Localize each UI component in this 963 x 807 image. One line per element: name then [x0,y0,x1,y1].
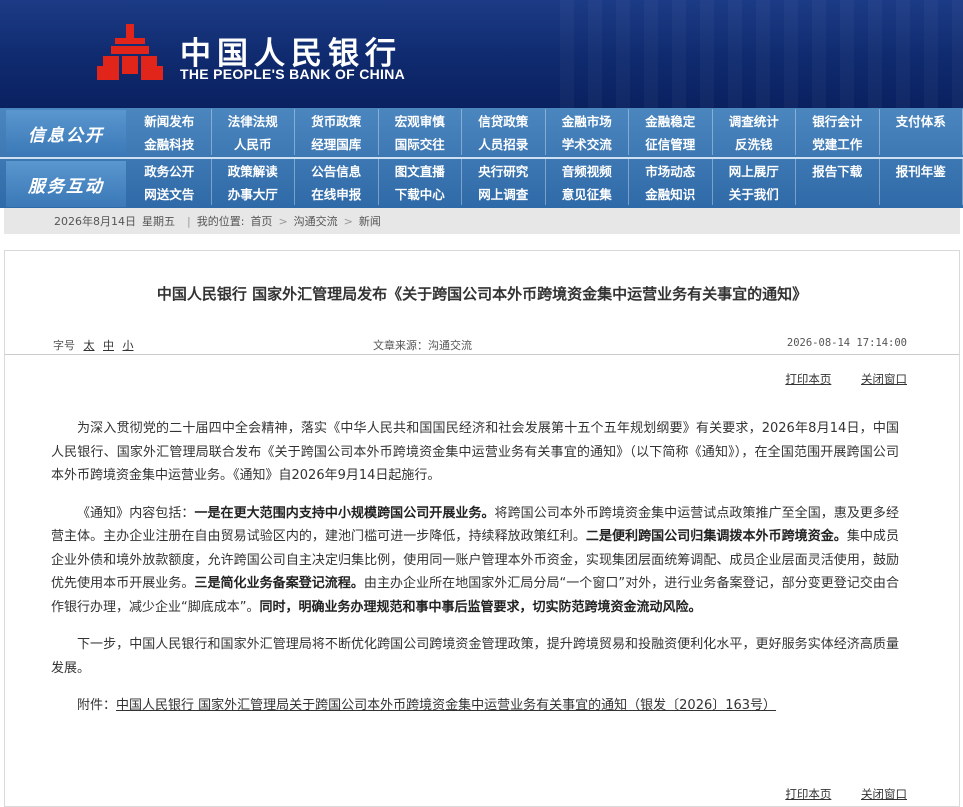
nav-item[interactable]: 网送文告 [128,182,212,205]
nav-item[interactable]: 网上调查 [462,182,546,205]
article-attachment: 附件：中国人民银行 国家外汇管理局关于跨国公司本外币跨境资金集中运营业务有关事宜… [51,694,899,718]
paragraph-text: 《通知》内容包括： [77,505,195,521]
article-paragraph: 《通知》内容包括：一是在更大范围内支持中小规模跨国公司开展业务。将跨国公司本外币… [51,502,899,620]
attachment-label: 附件： [77,698,117,713]
nav-item[interactable]: 关于我们 [713,182,796,205]
nav-item[interactable]: 法律法规 [212,109,295,132]
nav-item[interactable]: 政策解读 [212,159,295,182]
article-actions-top: 打印本页 关闭窗口 [759,371,907,387]
breadcrumb-home-link[interactable]: 首页 [250,213,272,229]
nav-item[interactable]: 金融市场 [546,109,629,132]
font-size-control: 字号 太 中 小 [53,337,134,353]
article-title: 中国人民银行 国家外汇管理局发布《关于跨国公司本外币跨境资金集中运营业务有关事宜… [156,285,808,303]
nav-item[interactable]: 征信管理 [629,132,713,155]
nav-item-empty [880,132,963,155]
nav-item[interactable]: 金融科技 [128,132,212,155]
nav-item[interactable]: 公告信息 [295,159,379,182]
nav-section-info-disclosure: 信息公开 [6,110,126,156]
paragraph-highlight: 同时，明确业务办理规范和事中事后监管要求，切实防范跨境资金流动风险。 [259,599,702,615]
current-date: 2026年8月14日 [54,215,136,228]
close-window-button[interactable]: 关闭窗口 [861,372,907,386]
nav-item[interactable]: 下载中心 [379,182,462,205]
breadcrumb: 2026年8月14日 星期五 | 我的位置: 首页 > 沟通交流 > 新闻 [4,208,960,234]
nav-item[interactable]: 宏观审慎 [379,109,462,132]
nav-item[interactable]: 国际交往 [379,132,462,155]
nav-item[interactable]: 调查统计 [713,109,796,132]
location-label: 我的位置: [196,215,245,228]
logo-english-name[interactable]: THE PEOPLE'S BANK OF CHINA [180,66,405,82]
chevron-right-icon: > [343,214,353,228]
print-page-button[interactable]: 打印本页 [785,372,831,386]
paragraph-highlight: 一是在更大范围内支持中小规模跨国公司开展业务。 [194,505,495,521]
nav-grid-info: 新闻发布 法律法规 货币政策 宏观审慎 信贷政策 金融市场 金融稳定 调查统计 … [128,109,963,155]
nav-item[interactable]: 信贷政策 [462,109,546,132]
font-size-medium-button[interactable]: 中 [103,339,114,352]
nav-item[interactable]: 报告下载 [796,159,880,182]
nav-item[interactable]: 党建工作 [796,132,880,155]
nav-item[interactable]: 反洗钱 [713,132,796,155]
nav-item[interactable]: 人员招录 [462,132,546,155]
article-actions-bottom: 打印本页 关闭窗口 [759,786,907,802]
nav-item[interactable]: 货币政策 [295,109,379,132]
nav-item[interactable]: 央行研究 [462,159,546,182]
nav-item[interactable]: 学术交流 [546,132,629,155]
main-navigation: 信息公开 服务互动 新闻发布 法律法规 货币政策 宏观审慎 信贷政策 金融市场 … [0,108,963,208]
article-source: 文章来源：沟通交流 [373,339,472,352]
font-size-label: 字号 [53,339,75,352]
nav-item-empty [796,182,880,205]
nav-item[interactable]: 经理国库 [295,132,379,155]
attachment-link[interactable]: 中国人民银行 国家外汇管理局关于跨国公司本外币跨境资金集中运营业务有关事宜的通知… [116,698,776,713]
nav-item[interactable]: 金融稳定 [629,109,713,132]
paragraph-highlight: 二是便利跨国公司归集调拨本外币跨境资金。 [585,529,847,544]
nav-item[interactable]: 市场动态 [629,159,713,182]
close-window-button[interactable]: 关闭窗口 [861,787,907,801]
chevron-right-icon: > [278,214,288,228]
article-meta: 字号 太 中 小 文章来源：沟通交流 2026-08-14 17:14:00 [5,333,959,355]
article-paragraph: 下一步，中国人民银行和国家外汇管理局将不断优化跨国公司跨境资金管理政策，提升跨境… [51,637,899,676]
current-weekday: 星期五 [142,215,175,228]
header-banner: 中国人民银行 THE PEOPLE'S BANK OF CHINA [0,0,963,108]
article-paragraph: 为深入贯彻党的二十届四中全会精神，落实《中华人民共和国国民经济和社会发展第十五个… [51,421,899,483]
nav-item-empty [880,182,963,205]
nav-section-service-interaction: 服务互动 [6,161,126,207]
article-container: 中国人民银行 国家外汇管理局发布《关于跨国公司本外币跨境资金集中运营业务有关事宜… [4,250,960,807]
nav-item[interactable]: 图文直播 [379,159,462,182]
paragraph-highlight: 三是简化业务备案登记流程。 [194,576,364,591]
nav-item[interactable]: 网上展厅 [713,159,796,182]
font-size-large-button[interactable]: 太 [84,339,95,352]
nav-item[interactable]: 新闻发布 [128,109,212,132]
print-page-button[interactable]: 打印本页 [785,787,831,801]
nav-item[interactable]: 政务公开 [128,159,212,182]
nav-item[interactable]: 音频视频 [546,159,629,182]
nav-item[interactable]: 办事大厅 [212,182,295,205]
nav-item[interactable]: 意见征集 [546,182,629,205]
nav-item[interactable]: 支付体系 [880,109,963,132]
nav-grid-service: 政务公开 政策解读 公告信息 图文直播 央行研究 音频视频 市场动态 网上展厅 … [128,159,963,205]
pboc-logo-icon[interactable] [95,22,165,84]
breadcrumb-news-link[interactable]: 新闻 [359,213,381,229]
breadcrumb-separator: | [187,214,191,228]
nav-item[interactable]: 银行会计 [796,109,880,132]
breadcrumb-communication-link[interactable]: 沟通交流 [294,213,338,229]
nav-item[interactable]: 金融知识 [629,182,713,205]
nav-item[interactable]: 在线申报 [295,182,379,205]
nav-item[interactable]: 人民币 [212,132,295,155]
font-size-small-button[interactable]: 小 [123,339,134,352]
article-datetime: 2026-08-14 17:14:00 [786,337,907,349]
banner-decoration [560,0,963,108]
nav-item[interactable]: 报刊年鉴 [880,159,963,182]
article-body: 为深入贯彻党的二十届四中全会精神，落实《中华人民共和国国民经济和社会发展第十五个… [51,417,899,718]
